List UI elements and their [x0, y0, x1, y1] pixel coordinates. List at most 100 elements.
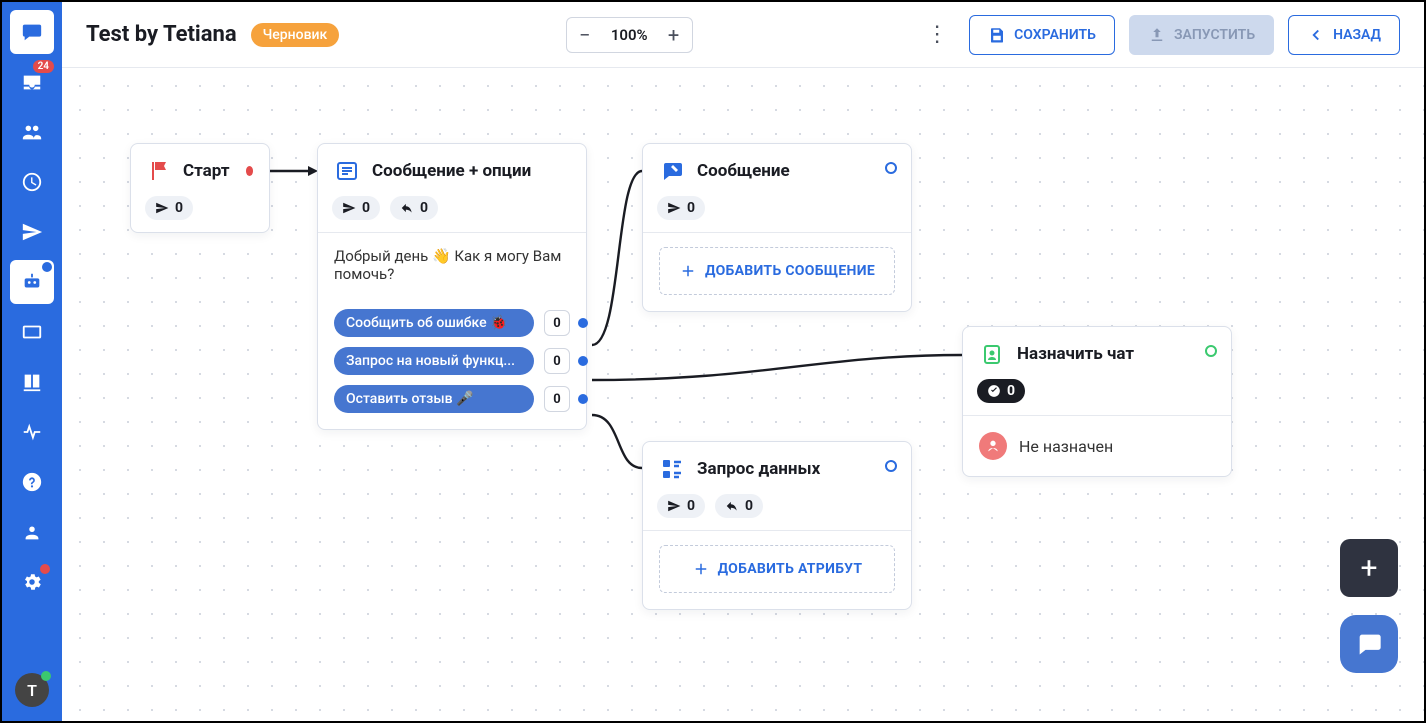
add-attribute-button[interactable]: ДОБАВИТЬ АТРИБУТ: [659, 545, 895, 593]
node-start-title: Старт: [183, 161, 230, 181]
clock-icon: [21, 171, 43, 193]
reply-icon: [725, 499, 739, 513]
message-icon: [659, 158, 685, 184]
sidebar-item-history[interactable]: [10, 160, 54, 204]
inbox-icon: [21, 71, 43, 93]
bot-dot: [42, 262, 52, 272]
sidebar-item-team[interactable]: [10, 510, 54, 554]
node-assign-chat[interactable]: Назначить чат 0 Не назначен: [962, 326, 1232, 477]
zoom-control: − 100% +: [566, 17, 693, 53]
chat-widget-button[interactable]: [1340, 615, 1398, 673]
pill-sent: 0: [145, 196, 193, 220]
sidebar-item-bot[interactable]: [10, 260, 54, 304]
option-row[interactable]: Оставить отзыв 🎤 0: [334, 385, 570, 413]
zoom-out-button[interactable]: −: [567, 17, 603, 53]
add-message-label: ДОБАВИТЬ СООБЩЕНИЕ: [705, 263, 875, 279]
node-message-options[interactable]: Сообщение + опции 0 0 Добрый день 👋 Как …: [317, 143, 587, 430]
left-sidebar: 24 T: [2, 2, 62, 721]
pill-sent: 0: [657, 196, 705, 220]
pill-success: 0: [977, 379, 1025, 403]
more-menu-button[interactable]: ⋮: [919, 17, 955, 53]
sidebar-item-settings[interactable]: [10, 560, 54, 604]
upload-icon: [1148, 26, 1166, 44]
settings-alert-dot: [40, 564, 50, 574]
user-avatar[interactable]: T: [15, 673, 49, 707]
page-title: Test by Tetiana: [86, 22, 237, 47]
send-icon: [667, 499, 681, 513]
option-row[interactable]: Запрос на новый функц... 0: [334, 347, 570, 375]
back-button[interactable]: НАЗАД: [1288, 15, 1400, 55]
option-chip: Сообщить об ошибке 🐞: [334, 309, 534, 337]
sidebar-item-help[interactable]: [10, 460, 54, 504]
sidebar-item-send[interactable]: [10, 210, 54, 254]
launch-label: ЗАПУСТИТЬ: [1174, 27, 1255, 43]
sidebar-item-card[interactable]: [10, 310, 54, 354]
node-assign-title: Назначить чат: [1017, 344, 1134, 364]
add-attribute-label: ДОБАВИТЬ АТРИБУТ: [718, 561, 863, 577]
node-message[interactable]: Сообщение 0 ДОБАВИТЬ СООБЩЕНИЕ: [642, 143, 912, 312]
save-label: СОХРАНИТЬ: [1014, 27, 1096, 43]
presence-dot: [41, 671, 51, 681]
out-indicator[interactable]: [885, 162, 897, 174]
pill-reply: 0: [390, 196, 438, 220]
add-node-button[interactable]: +: [1340, 539, 1398, 597]
add-message-button[interactable]: ДОБАВИТЬ СООБЩЕНИЕ: [659, 247, 895, 295]
pill-reply: 0: [715, 494, 763, 518]
canvas[interactable]: Старт 0 Сообщение + опции 0 0 Добрый д: [62, 68, 1424, 721]
pill-sent: 0: [657, 494, 705, 518]
reply-icon: [400, 201, 414, 215]
card-icon: [21, 321, 43, 343]
draft-badge: Черновик: [251, 23, 340, 47]
send-icon: [667, 201, 681, 215]
people-icon: [21, 521, 43, 543]
bot-icon: [21, 271, 43, 293]
node-data-request[interactable]: Запрос данных 0 0 ДОБАВИТЬ АТРИБУТ: [642, 441, 912, 610]
zoom-level: 100%: [603, 26, 656, 44]
chat-bubble-icon: [21, 21, 43, 43]
node-message-title: Сообщение: [697, 161, 790, 181]
send-icon: [155, 201, 169, 215]
launch-button[interactable]: ЗАПУСТИТЬ: [1129, 15, 1274, 55]
out-indicator[interactable]: [885, 460, 897, 472]
flag-icon: [147, 158, 171, 184]
badge-icon: [979, 341, 1005, 367]
list-icon: [334, 158, 360, 184]
node-data-title: Запрос данных: [697, 459, 820, 479]
pill-sent: 0: [332, 196, 380, 220]
send-icon: [342, 201, 356, 215]
save-button[interactable]: СОХРАНИТЬ: [969, 15, 1115, 55]
back-label: НАЗАД: [1333, 27, 1381, 43]
plus-icon: [692, 560, 710, 578]
start-indicator-dot: [246, 166, 253, 176]
zoom-in-button[interactable]: +: [656, 17, 692, 53]
pulse-icon: [21, 421, 43, 443]
sidebar-item-inbox[interactable]: 24: [10, 60, 54, 104]
option-count: 0: [544, 310, 570, 336]
form-icon: [659, 456, 685, 482]
node-message-options-title: Сообщение + опции: [372, 161, 531, 181]
option-row[interactable]: Сообщить об ошибке 🐞 0: [334, 309, 570, 337]
node-body-text: Добрый день 👋 Как я могу Вам помочь?: [318, 232, 586, 297]
node-start[interactable]: Старт 0: [130, 143, 270, 233]
plus-icon: [679, 262, 697, 280]
out-indicator[interactable]: [1205, 345, 1217, 357]
chat-icon: [1355, 630, 1383, 658]
output-port[interactable]: [578, 394, 588, 404]
chevron-left-icon: [1307, 26, 1325, 44]
sidebar-item-activity[interactable]: [10, 410, 54, 454]
help-icon: [21, 471, 43, 493]
check-icon: [987, 384, 1001, 398]
output-port[interactable]: [578, 356, 588, 366]
sidebar-item-docs[interactable]: [10, 360, 54, 404]
output-port[interactable]: [578, 318, 588, 328]
unassigned-icon: [979, 432, 1007, 460]
save-icon: [988, 26, 1006, 44]
inbox-badge: 24: [33, 60, 54, 73]
send-icon: [21, 221, 43, 243]
option-count: 0: [544, 348, 570, 374]
sidebar-item-users[interactable]: [10, 110, 54, 154]
sidebar-item-chat[interactable]: [10, 10, 54, 54]
option-chip: Запрос на новый функц...: [334, 347, 534, 375]
option-count: 0: [544, 386, 570, 412]
gear-icon: [21, 571, 43, 593]
